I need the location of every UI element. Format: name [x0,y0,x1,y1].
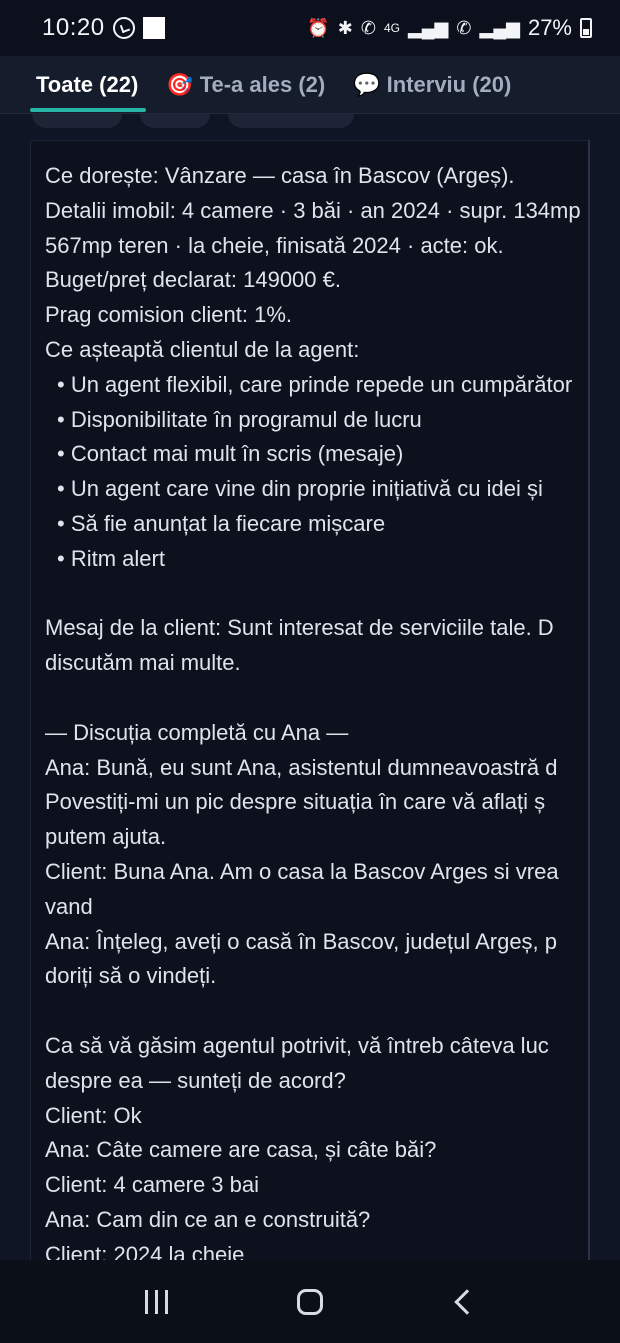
message-line: • Un agent care vine din proprie inițiat… [57,476,543,502]
message-line: despre ea — sunteți de acord? [45,1067,346,1093]
message-line: Ana: Cam din ce an e construită? [45,1206,371,1232]
status-bar: 10:20 ⏰ ✱ ✆ 4G ▂▄▆ ✆ ▂▄▆ 27% [0,0,620,56]
message-line: Povestiți-mi un pic despre situația în c… [45,789,546,815]
message-line: Prag comision client: 1%. [45,302,292,328]
message-line: • Contact mai mult în scris (mesaje) [57,441,404,467]
lead-message-card: Ce dorește: Vânzare — casa în Bascov (Ar… [30,140,590,1260]
filter-pills-row [32,114,592,128]
message-line: • Să fie anunțat la fiecare mișcare [57,510,386,536]
message-line: • Disponibilitate în programul de lucru [57,406,422,432]
home-icon [296,1288,323,1315]
content-area[interactable]: Ce dorește: Vânzare — casa în Bascov (Ar… [0,114,620,1260]
battery-percent: 27% [527,15,572,40]
message-text: Ce dorește: Vânzare — casa în Bascov (Ar… [45,159,620,1260]
navigation-bar [0,1260,620,1343]
message-line: — Discuția completă cu Ana — [45,719,349,745]
message-line: Client: Ok [45,1102,142,1128]
message-line: Ce dorește: Vânzare — casa în Bascov (Ar… [45,163,515,188]
message-line: doriți să o vindeți. [45,963,217,989]
message-line: 567mp teren · la cheie, finisată 2024 · … [45,232,504,258]
message-line: • Ritm alert [57,545,165,571]
alarm-icon: ⏰ [307,18,330,38]
message-line: • Un agent flexibil, care prinde repede … [57,371,573,397]
message-line: Ana: Câte camere are casa, și câte băi? [45,1137,437,1163]
recents-icon [145,1289,169,1314]
tab-chose-you-label: Te-a ales (2) [199,71,326,97]
recents-button[interactable] [127,1272,187,1332]
message-line: Client: 4 camere 3 bai [45,1172,259,1198]
signal-icon: ▂▄▆ [407,18,449,38]
call-2-icon: ✆ [456,18,472,38]
message-line: Buget/preț declarat: 149000 €. [45,267,341,293]
filter-pill[interactable] [32,114,122,128]
tab-chose-you[interactable]: 🎯 Te-a ales (2) [166,56,325,114]
back-button[interactable] [433,1272,493,1332]
message-line: Client: Buna Ana. Am o casa la Bascov Ar… [45,858,559,884]
filter-pill[interactable] [228,114,354,128]
home-button[interactable] [280,1272,340,1332]
status-time: 10:20 [42,14,105,41]
tab-all[interactable]: Toate (22) [29,56,147,114]
message-line: vand [45,893,93,919]
message-line: Ce așteaptă clientul de la agent: [45,336,360,362]
tab-all-label: Toate (22) [36,71,139,97]
tab-interview-label: Interviu (20) [386,71,512,97]
status-left: 10:20 [42,14,165,42]
speech-bubble-icon: 💬 [353,71,381,97]
message-line: putem ajuta. [45,824,167,850]
signal-2-icon: ▂▄▆ [479,18,520,38]
battery-icon [580,18,592,38]
message-line [45,681,620,716]
message-line: Ca să vă găsim agentul potrivit, vă într… [45,1032,549,1058]
message-line: Ana: Bună, eu sunt Ana, asistentul dumne… [45,754,558,780]
filter-pill[interactable] [140,114,210,128]
network-type: 4G [383,21,400,35]
message-line: Ana: Înțeleg, aveți o casă în Bascov, ju… [45,928,558,954]
call-icon: ✆ [360,18,376,38]
message-line: Mesaj de la client: Sunt interesat de se… [45,615,554,641]
message-line: Detalii imobil: 4 camere · 3 băi · an 20… [45,197,581,223]
notification-square-icon [142,17,165,39]
status-right: ⏰ ✱ ✆ 4G ▂▄▆ ✆ ▂▄▆ 27% [307,15,592,41]
whatsapp-icon [112,17,135,39]
message-line: discutăm mai multe. [45,650,241,676]
message-line [45,577,620,612]
message-line: Client: 2024 la cheie [45,1241,245,1260]
bluetooth-icon: ✱ [337,18,353,38]
target-icon: 🎯 [166,71,194,97]
tab-bar: Toate (22) 🎯 Te-a ales (2) 💬 Interviu (2… [0,56,620,114]
back-icon [454,1288,481,1315]
message-line [45,994,620,1029]
tab-interview[interactable]: 💬 Interviu (20) [353,56,511,114]
